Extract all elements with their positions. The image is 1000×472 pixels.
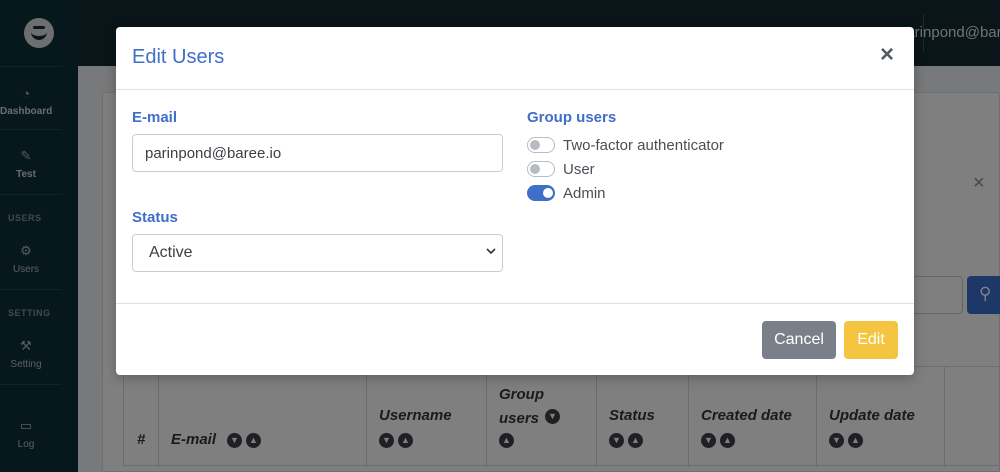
chevron-down-icon [486, 248, 496, 255]
toggle-label: Two-factor authenticator [563, 136, 724, 154]
close-icon[interactable]: × [880, 43, 894, 67]
toggle-label: Admin [563, 184, 606, 202]
group-toggle-two-factor[interactable]: Two-factor authenticator [527, 135, 724, 155]
toggle-switch[interactable] [527, 161, 555, 177]
modal-title: Edit Users [132, 46, 225, 68]
toggle-label: User [563, 160, 595, 178]
group-toggle-admin[interactable]: Admin [527, 183, 606, 203]
edit-users-modal: Edit Users × E-mail Status Active Group … [116, 27, 914, 375]
group-users-label: Group users [527, 109, 617, 126]
cancel-button[interactable]: Cancel [762, 321, 836, 359]
modal-header: Edit Users × [116, 27, 914, 90]
toggle-switch[interactable] [527, 185, 555, 201]
modal-footer: Cancel Edit [116, 303, 914, 375]
status-select[interactable]: Active [132, 234, 503, 272]
email-field[interactable] [132, 134, 503, 172]
toggle-switch[interactable] [527, 137, 555, 153]
status-selected-value: Active [149, 244, 193, 261]
group-toggle-user[interactable]: User [527, 159, 595, 179]
status-label: Status [132, 209, 178, 226]
email-label: E-mail [132, 109, 178, 126]
edit-button[interactable]: Edit [844, 321, 898, 359]
